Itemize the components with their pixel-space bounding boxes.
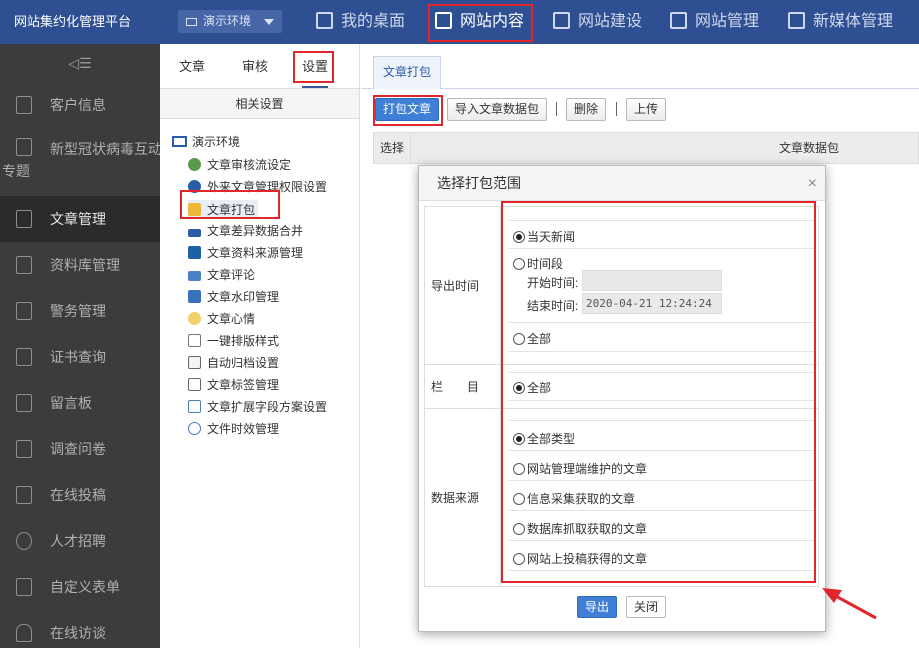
annotation-arrow (822, 588, 877, 620)
